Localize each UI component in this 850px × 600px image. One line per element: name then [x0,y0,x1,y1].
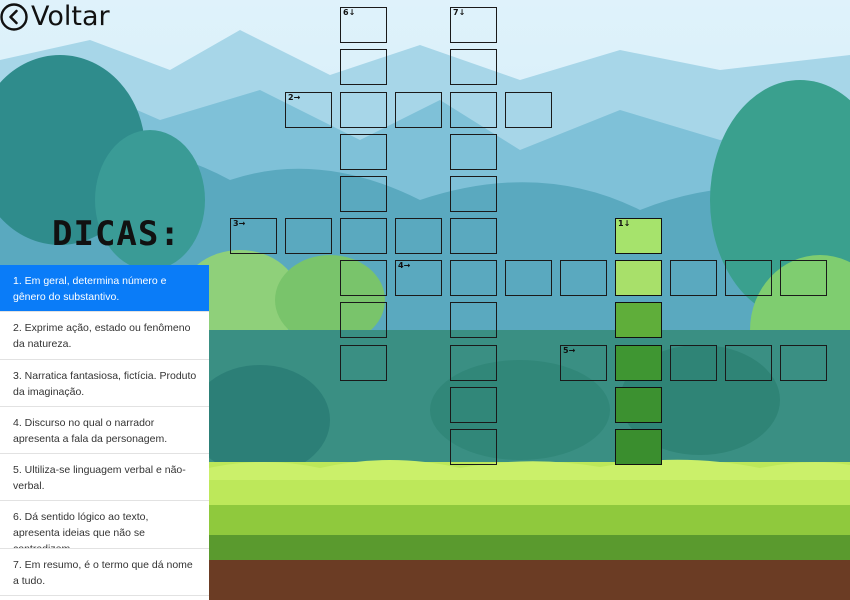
crossword-cell[interactable] [560,260,607,296]
crossword-cell[interactable] [450,345,497,381]
hint-item-1[interactable]: 1. Em geral, determina número e gênero d… [0,265,209,313]
clue-number-label: 4→ [398,261,411,270]
crossword-cell[interactable] [670,260,717,296]
crossword-cell[interactable] [505,92,552,128]
crossword-cell[interactable] [450,92,497,128]
crossword-cell[interactable]: 1↓ [615,218,662,254]
crossword-cell[interactable] [395,92,442,128]
hints-heading: DICAS: [52,214,181,254]
clue-number-label: 3→ [233,219,246,228]
crossword-cell[interactable] [450,176,497,212]
crossword-cell[interactable]: 5→ [560,345,607,381]
crossword-cell[interactable] [615,429,662,465]
clue-number-label: 1↓ [618,219,631,228]
hint-item-6[interactable]: 6. Dá sentido lógico ao texto, apresenta… [0,501,209,549]
crossword-cell[interactable] [340,134,387,170]
hint-item-3[interactable]: 3. Narratica fantasiosa, fictícia. Produ… [0,360,209,407]
back-button[interactable]: Voltar [0,0,110,34]
crossword-cell[interactable] [780,345,827,381]
crossword-cell[interactable] [725,260,772,296]
crossword-cell[interactable] [450,218,497,254]
hint-item-5[interactable]: 5. Ultiliza-se linguagem verbal e não-ve… [0,454,209,502]
crossword-cell[interactable] [450,387,497,423]
crossword-cell[interactable]: 4→ [395,260,442,296]
crossword-cell[interactable]: 2→ [285,92,332,128]
crossword-cell[interactable] [670,345,717,381]
crossword-cell[interactable] [780,260,827,296]
chevron-left-icon [0,3,28,31]
crossword-cell[interactable] [725,345,772,381]
clue-number-label: 6↓ [343,8,356,17]
crossword-cell[interactable] [450,302,497,338]
hint-item-2[interactable]: 2. Exprime ação, estado ou fenômeno da n… [0,312,209,360]
crossword-cell[interactable] [505,260,552,296]
crossword-cell[interactable]: 3→ [230,218,277,254]
crossword-cell[interactable] [615,260,662,296]
crossword-cell[interactable] [340,176,387,212]
crossword-cell[interactable] [285,218,332,254]
crossword-cell[interactable] [340,302,387,338]
crossword-cell[interactable] [340,92,387,128]
crossword-cell[interactable]: 6↓ [340,7,387,43]
crossword-cell[interactable] [340,49,387,85]
crossword-cell[interactable] [340,260,387,296]
hint-item-7[interactable]: 7. Em resumo, é o termo que dá nome a tu… [0,549,209,597]
clue-number-label: 7↓ [453,8,466,17]
crossword-cell[interactable] [450,429,497,465]
crossword-cell[interactable] [340,218,387,254]
game-stage: Voltar DICAS: 1. Em geral, determina núm… [0,0,850,600]
hints-list: 1. Em geral, determina número e gênero d… [0,265,209,600]
crossword-cell[interactable] [450,260,497,296]
crossword-cell[interactable] [615,345,662,381]
crossword-cell[interactable] [615,387,662,423]
back-label: Voltar [31,1,110,32]
hint-item-4[interactable]: 4. Discurso no qual o narrador apresenta… [0,407,209,455]
crossword-cell[interactable]: 7↓ [450,7,497,43]
crossword-cell[interactable] [340,345,387,381]
clue-number-label: 5→ [563,346,576,355]
crossword-cell[interactable] [450,49,497,85]
crossword-cell[interactable] [615,302,662,338]
crossword-cell[interactable] [450,134,497,170]
clue-number-label: 2→ [288,93,301,102]
crossword-cell[interactable] [395,218,442,254]
